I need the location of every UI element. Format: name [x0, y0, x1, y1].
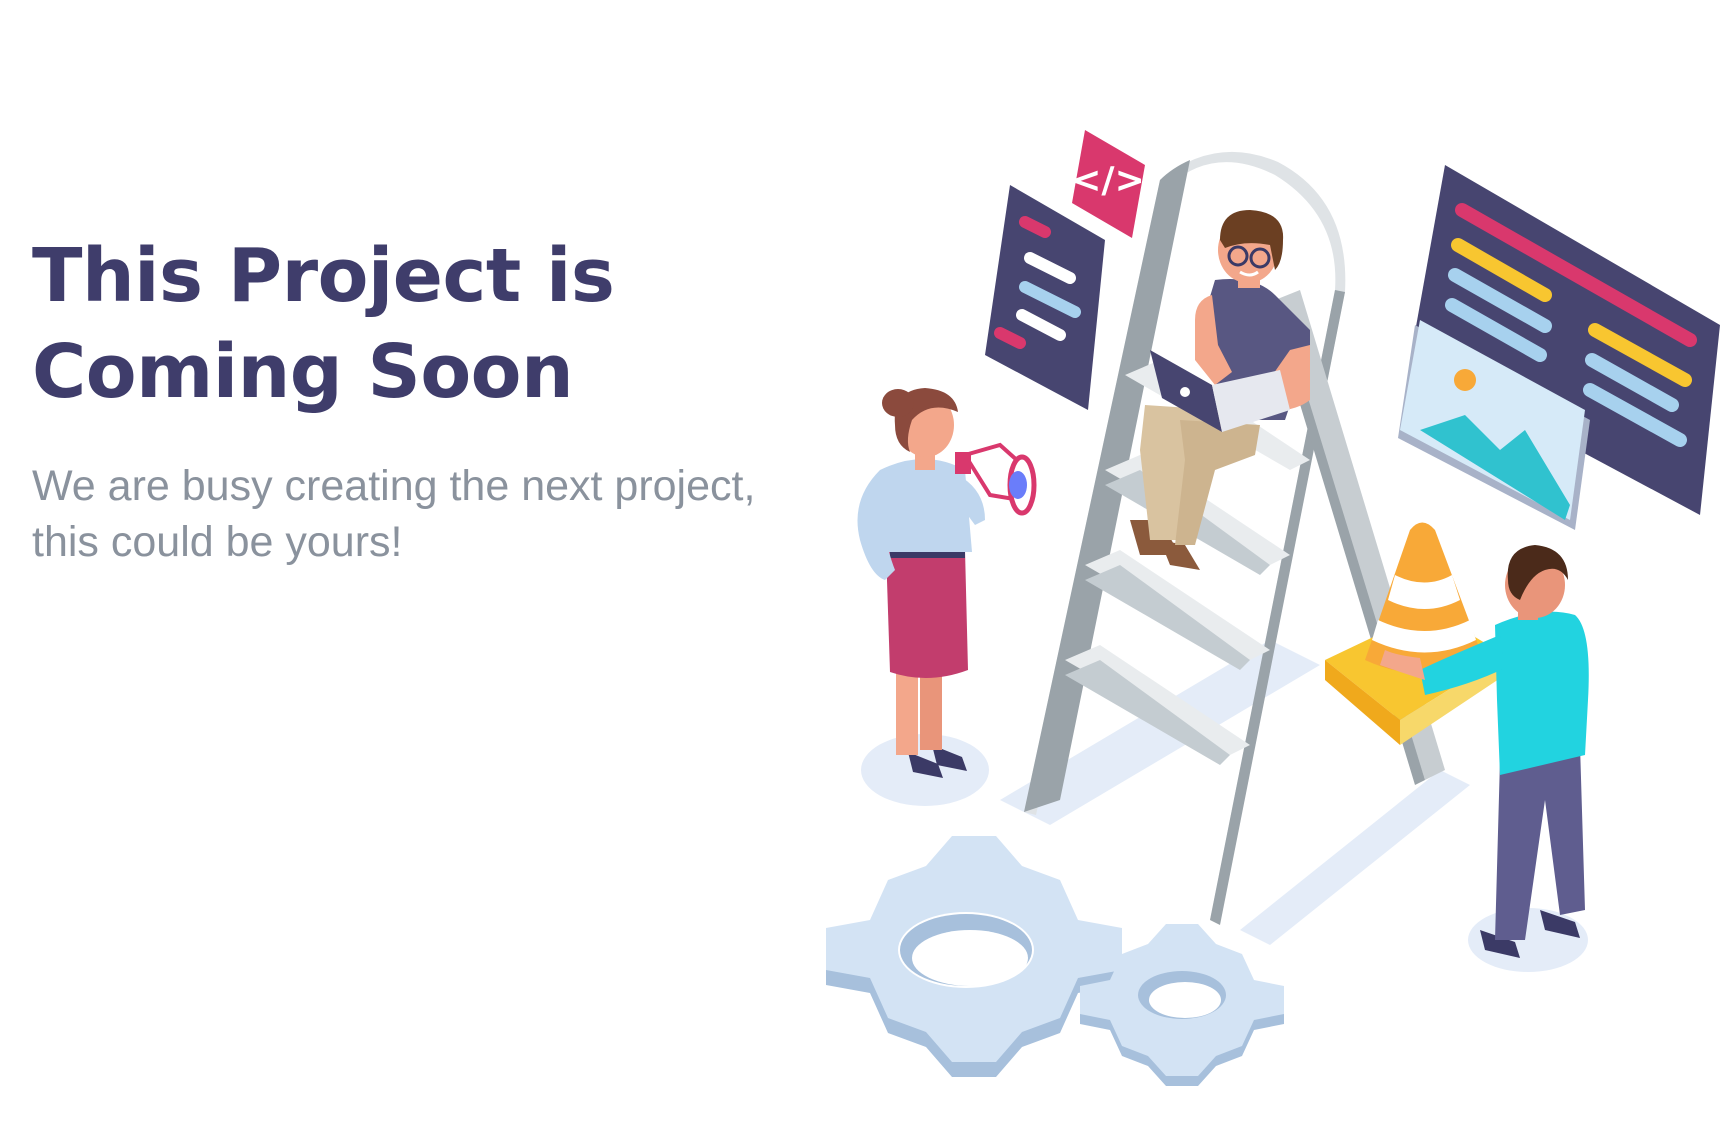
- woman-with-megaphone: [857, 388, 1037, 778]
- large-gear-icon: [826, 836, 1122, 1077]
- code-icon: </>: [1071, 130, 1145, 238]
- code-badge-label: </>: [1071, 160, 1144, 201]
- coming-soon-illustration: </>: [826, 130, 1720, 1086]
- coming-soon-page: This Project is Coming Soon We are busy …: [0, 0, 1720, 1147]
- code-panel: [985, 185, 1105, 410]
